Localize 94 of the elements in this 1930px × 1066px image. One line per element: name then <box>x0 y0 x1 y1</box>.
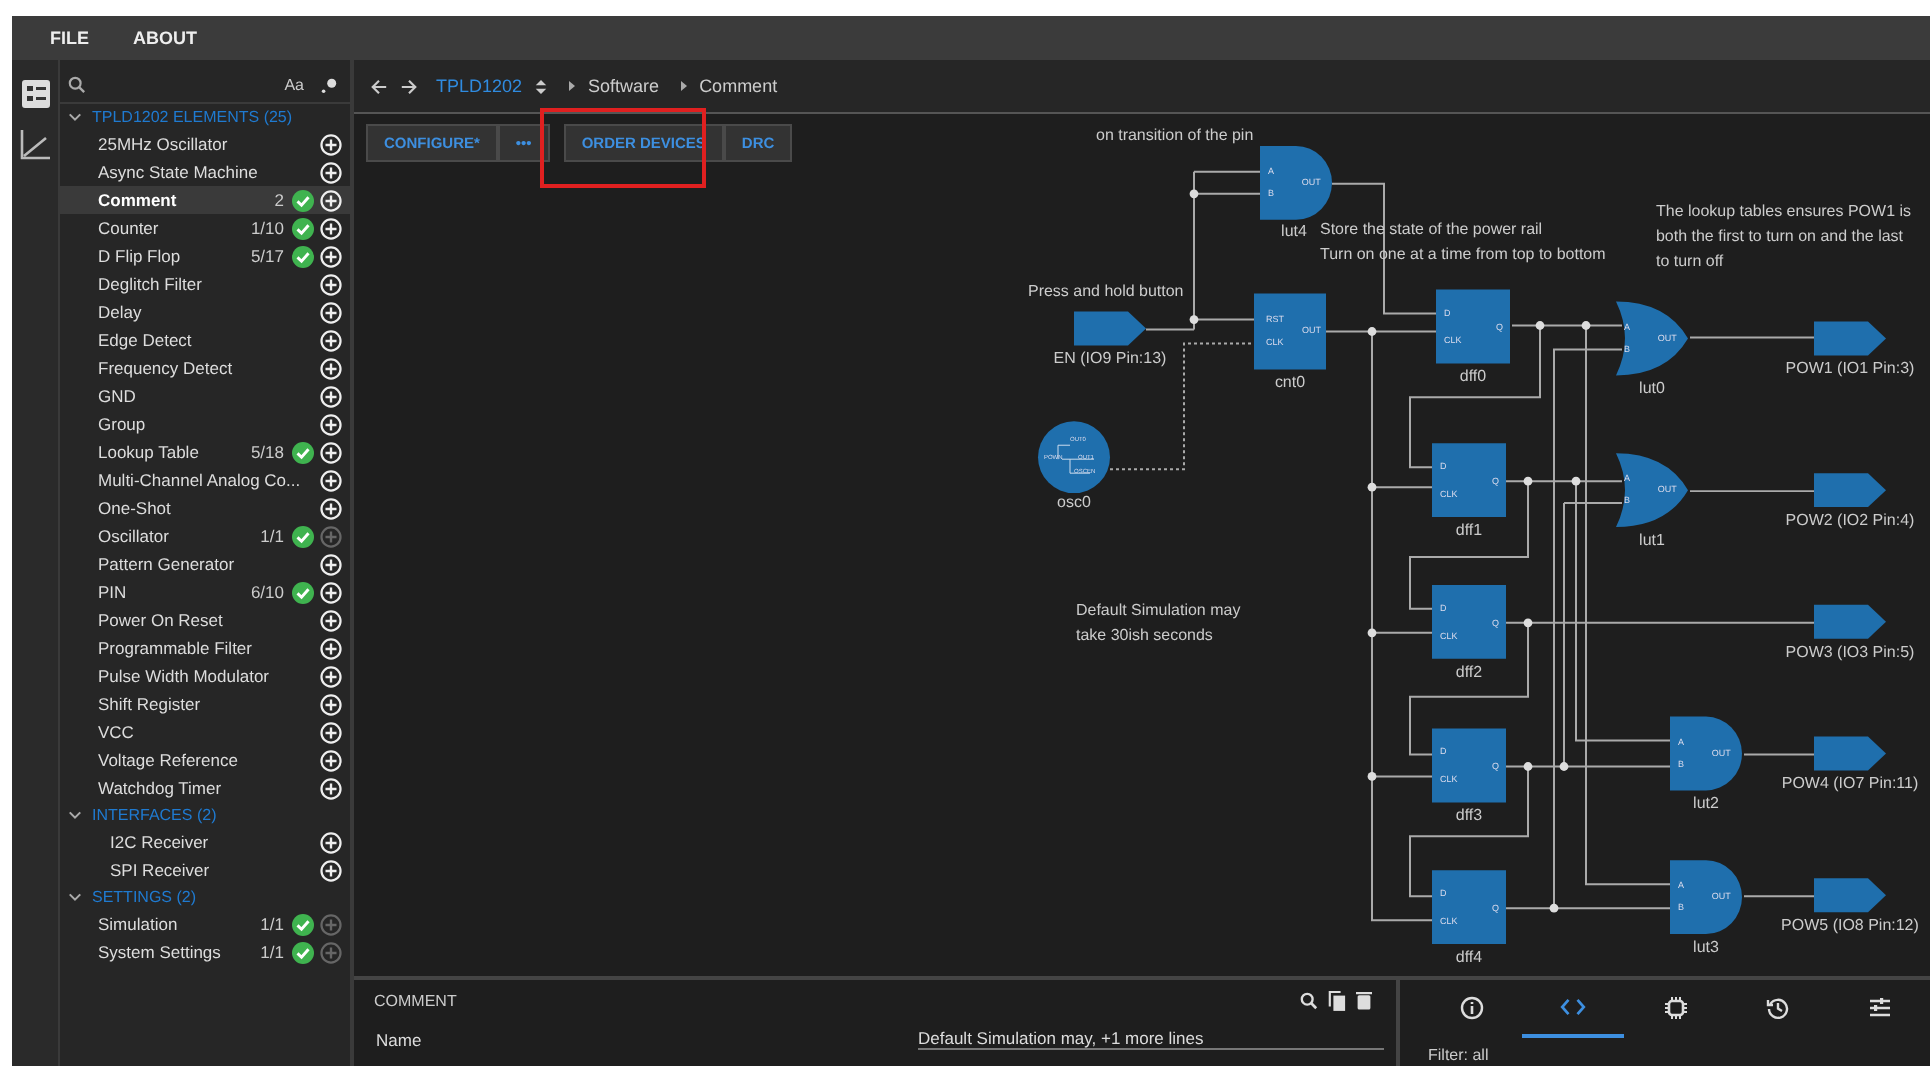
chevron-icon[interactable] <box>68 110 82 124</box>
item-label: Watchdog Timer <box>98 778 224 798</box>
item-label: Power On Reset <box>98 610 225 630</box>
device-link[interactable]: TPLD1202 <box>436 76 523 96</box>
chevron-icon[interactable] <box>68 890 82 904</box>
item-label: Programmable Filter <box>98 638 254 658</box>
list-icon[interactable] <box>21 80 49 108</box>
element-item[interactable]: Lookup Table 5/18 <box>60 438 350 466</box>
element-item[interactable]: Oscillator 1/1 <box>60 522 350 550</box>
item-count: 5/18 <box>250 442 284 462</box>
item-label: Lookup Table <box>98 442 201 462</box>
history-icon <box>1765 995 1789 1019</box>
element-item[interactable]: Edge Detect <box>60 326 350 354</box>
element-item[interactable]: Power On Reset <box>60 606 350 634</box>
element-item[interactable]: D Flip Flop 5/17 <box>60 242 350 270</box>
element-item[interactable]: Simulation 1/1 <box>60 910 350 938</box>
item-label: Delay <box>98 302 144 322</box>
item-label: SPI Receiver <box>110 860 212 880</box>
item-label: D Flip Flop <box>98 246 183 266</box>
chevron-icon[interactable] <box>68 808 82 822</box>
item-label: Deglitch Filter <box>98 274 204 294</box>
element-item[interactable]: Comment 2 <box>60 186 350 214</box>
element-item[interactable]: SPI Receiver <box>60 856 350 884</box>
back-arrow-icon[interactable] <box>370 77 388 95</box>
element-item[interactable]: I2C Receiver <box>60 828 350 856</box>
element-item[interactable]: 25MHz Oscillator <box>60 130 350 158</box>
code-icon <box>1560 998 1586 1016</box>
item-count: 2 <box>274 190 284 210</box>
item-count: 1/1 <box>260 942 284 962</box>
item-label: Comment <box>98 190 179 210</box>
element-item[interactable]: Counter 1/10 <box>60 214 350 242</box>
element-item[interactable]: Watchdog Timer <box>60 774 350 802</box>
element-item[interactable]: Delay <box>60 298 350 326</box>
item-label: Shift Register <box>98 694 203 714</box>
search-field[interactable]: Aa <box>60 66 350 104</box>
menu-item[interactable]: FILE <box>50 28 89 48</box>
item-label: Group <box>98 414 148 434</box>
item-label: Simulation <box>98 914 180 934</box>
breadcrumb-item[interactable]: Software <box>588 76 660 96</box>
match-case-toggle[interactable]: Aa <box>284 75 304 93</box>
element-item[interactable]: Async State Machine <box>60 158 350 186</box>
element-item[interactable]: Shift Register <box>60 690 350 718</box>
item-label: GND <box>98 386 138 406</box>
item-label: Counter <box>98 218 161 238</box>
element-item[interactable]: Multi-Channel Analog Co... <box>60 466 350 494</box>
chip-icon <box>1663 995 1687 1019</box>
element-item[interactable]: Group <box>60 410 350 438</box>
element-item[interactable]: Programmable Filter <box>60 634 350 662</box>
trash-icon[interactable] <box>1356 990 1372 1010</box>
element-item[interactable]: GND <box>60 382 350 410</box>
item-label: 25MHz Oscillator <box>98 134 230 154</box>
item-label: Async State Machine <box>98 162 260 182</box>
element-item[interactable]: Deglitch Filter <box>60 270 350 298</box>
item-count: 1/10 <box>250 218 284 238</box>
element-item[interactable]: VCC <box>60 718 350 746</box>
element-item[interactable]: PIN 6/10 <box>60 578 350 606</box>
element-item[interactable]: Pulse Width Modulator <box>60 662 350 690</box>
item-label: Pattern Generator <box>98 554 237 574</box>
item-label: I2C Receiver <box>110 832 211 852</box>
search-icon[interactable] <box>1300 991 1318 1009</box>
item-count: 5/17 <box>250 246 284 266</box>
sliders-icon <box>1867 995 1891 1019</box>
element-item[interactable]: System Settings 1/1 <box>60 938 350 966</box>
filter-label[interactable]: Filter: all <box>1428 1046 1489 1064</box>
breadcrumb-item[interactable]: Comment <box>699 76 778 96</box>
item-label: Frequency Detect <box>98 358 235 378</box>
item-label: One-Shot <box>98 498 173 518</box>
name-field[interactable]: Default Simulation may, +1 more lines <box>918 1028 1384 1050</box>
chart-icon[interactable] <box>19 128 51 160</box>
item-label: Voltage Reference <box>98 750 240 770</box>
item-label: Oscillator <box>98 526 171 546</box>
chevron-icon <box>679 80 688 92</box>
item-count: 1/1 <box>260 914 284 934</box>
element-item[interactable]: Frequency Detect <box>60 354 350 382</box>
element-item[interactable]: Voltage Reference <box>60 746 350 774</box>
item-label: Multi-Channel Analog Co... <box>98 470 303 490</box>
field-label: Name <box>376 1029 424 1049</box>
search-icon <box>68 75 86 93</box>
forward-arrow-icon[interactable] <box>400 77 418 95</box>
menu-item[interactable]: ABOUT <box>133 28 197 48</box>
copy-icon[interactable] <box>1328 989 1346 1011</box>
sort-icon[interactable] <box>534 77 549 95</box>
item-label: VCC <box>98 722 136 742</box>
element-item[interactable]: Pattern Generator <box>60 550 350 578</box>
element-item[interactable]: One-Shot <box>60 494 350 522</box>
item-label: Pulse Width Modulator <box>98 666 272 686</box>
item-label: Edge Detect <box>98 330 194 350</box>
panel-title: COMMENT <box>374 991 457 1009</box>
item-label: System Settings <box>98 942 223 962</box>
item-count: 6/10 <box>250 582 284 602</box>
item-label: PIN <box>98 582 129 602</box>
item-count: 1/1 <box>260 526 284 546</box>
chevron-icon <box>568 80 577 92</box>
info-icon <box>1459 995 1483 1019</box>
